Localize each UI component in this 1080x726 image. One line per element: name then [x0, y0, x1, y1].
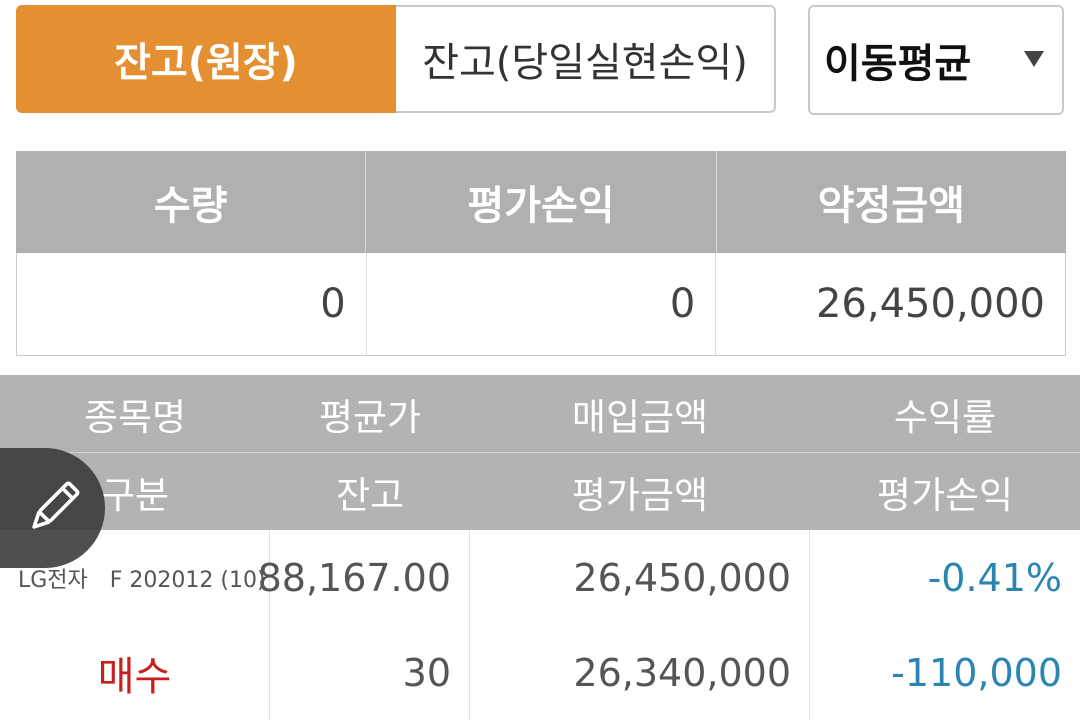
trade-type: 매수	[0, 625, 270, 720]
price-method-value: 이동평균	[824, 41, 972, 87]
summary-table: 수량 평가손익 약정금액 0 0 26,450,000	[16, 151, 1066, 356]
summary-header-contract-amount: 약정금액	[817, 183, 965, 229]
summary-contract-amount: 26,450,000	[815, 281, 1046, 327]
header-eval-pl: 평가손익	[876, 473, 1014, 517]
tab-balance-realized-pl[interactable]: 잔고(당일실현손익)	[396, 5, 776, 113]
eval-pl: -110,000	[891, 650, 1062, 695]
summary-values: 0 0 26,450,000	[16, 253, 1066, 356]
purchase-amount: 26,450,000	[470, 530, 810, 625]
summary-header: 수량 평가손익 약정금액	[16, 151, 1066, 253]
eval-amount: 26,340,000	[470, 625, 810, 720]
holdings-header-row-1: 종목명 평균가 매입금액 수익률	[0, 375, 1080, 452]
header-avg-price: 평균가	[318, 395, 422, 439]
header-return-rate: 수익률	[893, 395, 997, 439]
table-row[interactable]: 매수 30 26,340,000 -110,000	[0, 625, 1080, 720]
summary-eval-pl: 0	[367, 253, 717, 355]
table-row[interactable]: LG전자 F 202012 (10) 88,167.00 26,450,000 …	[0, 530, 1080, 625]
balance-tabs: 잔고(원장) 잔고(당일실현손익)	[16, 5, 776, 115]
dropdown-triangle-icon	[1024, 51, 1044, 67]
header-purchase-amount: 매입금액	[571, 395, 709, 439]
return-rate: -0.41%	[927, 555, 1062, 600]
summary-header-eval-pl: 평가손익	[366, 151, 717, 253]
header-stock-name: 종목명	[83, 395, 187, 439]
avg-price: 88,167.00	[258, 530, 470, 625]
holdings-table: 종목명 평균가 매입금액 수익률 구분 잔고 평가금액 평가손익 LG전자 F …	[0, 375, 1080, 720]
header-eval-amount: 평가금액	[571, 473, 709, 517]
tab-balance-ledger[interactable]: 잔고(원장)	[16, 5, 396, 113]
summary-header-quantity: 수량	[16, 151, 367, 253]
summary-quantity: 0	[17, 253, 367, 355]
price-method-select[interactable]: 이동평균	[808, 5, 1064, 115]
holdings-header-row-2: 구분 잔고 평가금액 평가손익	[0, 452, 1080, 530]
pencil-icon	[31, 481, 79, 529]
balance-qty: 30	[270, 625, 470, 720]
header-balance: 잔고	[335, 473, 405, 517]
